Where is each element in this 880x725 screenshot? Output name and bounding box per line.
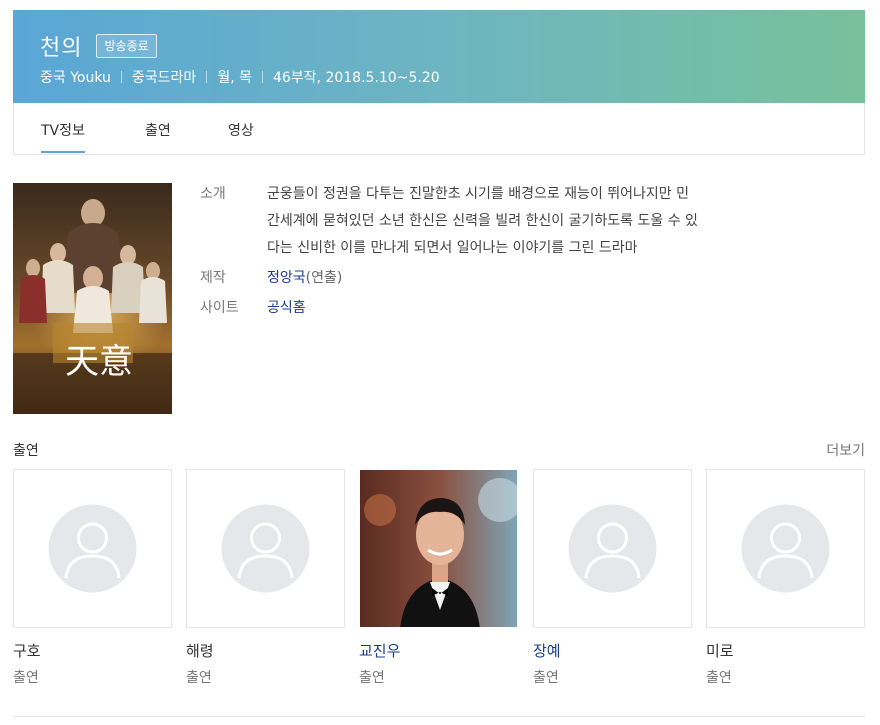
synopsis-text: 군웅들이 정권을 다투는 진말한초 시기를 배경으로 재능이 뛰어나지만 민 간…	[267, 181, 827, 262]
title-row: 천의 방송종료	[40, 30, 157, 62]
meta-divider	[120, 71, 122, 83]
person-placeholder-icon	[741, 504, 830, 593]
synopsis-line: 간세계에 묻혀있던 소년 한신은 신력을 빌려 한신이 굴기하도록 도울 수 있	[267, 213, 698, 229]
cast-role: 출연	[186, 670, 212, 686]
cast-photo-placeholder[interactable]	[706, 469, 865, 628]
info-row-site: 사이트 공식홈	[200, 295, 840, 322]
bottom-divider	[13, 716, 865, 717]
tab-video[interactable]: 영상	[228, 120, 254, 140]
person-placeholder-icon	[221, 504, 310, 593]
cast-name-link[interactable]: 장예	[533, 640, 692, 661]
synopsis-line: 군웅들이 정권을 다투는 진말한초 시기를 배경으로 재능이 뛰어나지만 민	[267, 186, 689, 202]
info-row-production: 제작 정앙국(연출)	[200, 265, 840, 292]
meta-divider	[261, 71, 263, 83]
poster-art: 天意	[13, 183, 172, 414]
meta-episodes: 46부작, 2018.5.10~5.20	[272, 70, 440, 86]
cast-photo-placeholder[interactable]	[533, 469, 692, 628]
cast-role: 출연	[359, 670, 385, 686]
tab-cast[interactable]: 출연	[145, 120, 171, 140]
cast-card[interactable]: 구호 출연	[13, 469, 172, 687]
cast-name: 미로	[706, 642, 734, 660]
cast-name: 구호	[13, 642, 41, 660]
cast-role: 출연	[533, 670, 559, 686]
meta-days: 월, 목	[217, 70, 252, 86]
tab-bar: TV정보 출연 영상	[13, 103, 865, 155]
synopsis-label: 소개	[200, 186, 226, 202]
person-placeholder-icon	[568, 504, 657, 593]
cast-photo-placeholder[interactable]	[13, 469, 172, 628]
meta-divider	[206, 71, 208, 83]
cast-photo-placeholder[interactable]	[186, 469, 345, 628]
site-label: 사이트	[200, 300, 239, 316]
cast-name-link[interactable]: 교진우	[359, 640, 518, 661]
director-role: (연출)	[305, 270, 343, 286]
director-link[interactable]: 정앙국	[267, 270, 306, 286]
poster-logo-text: 天意	[65, 342, 133, 382]
actor-photo	[360, 470, 517, 627]
synopsis-line: 다는 신비한 이를 만나게 되면서 일어나는 이야기를 그린 드라마	[267, 240, 638, 256]
cast-photo[interactable]	[359, 469, 518, 628]
page-title: 천의	[40, 36, 83, 61]
meta-network: 중국 Youku	[40, 70, 111, 86]
cast-card[interactable]: 장예 출연	[533, 469, 692, 687]
info-panel: 소개 군웅들이 정권을 다투는 진말한초 시기를 배경으로 재능이 뛰어나지만 …	[200, 181, 840, 322]
poster-image[interactable]: 天意	[13, 183, 172, 414]
cast-role: 출연	[13, 670, 39, 686]
cast-section-title: 출연	[13, 443, 39, 459]
production-label: 제작	[200, 270, 226, 286]
official-site-link[interactable]: 공식홈	[267, 300, 306, 316]
tab-tv-info[interactable]: TV정보	[41, 120, 85, 153]
status-badge: 방송종료	[96, 34, 157, 58]
cast-role: 출연	[706, 670, 732, 686]
meta-row: 중국 Youku 중국드라마 월, 목 46부작, 2018.5.10~5.20	[40, 67, 440, 87]
info-row-synopsis: 소개 군웅들이 정권을 다투는 진말한초 시기를 배경으로 재능이 뛰어나지만 …	[200, 181, 840, 262]
cast-name: 해령	[186, 642, 214, 660]
title-header: 천의 방송종료 중국 Youku 중국드라마 월, 목 46부작, 2018.5…	[13, 10, 865, 103]
cast-card[interactable]: 미로 출연	[706, 469, 865, 687]
cast-card[interactable]: 해령 출연	[186, 469, 345, 687]
person-placeholder-icon	[48, 504, 137, 593]
cast-card[interactable]: 교진우 출연	[359, 469, 518, 687]
meta-genre: 중국드라마	[131, 70, 197, 86]
more-link[interactable]: 더보기	[826, 440, 865, 460]
